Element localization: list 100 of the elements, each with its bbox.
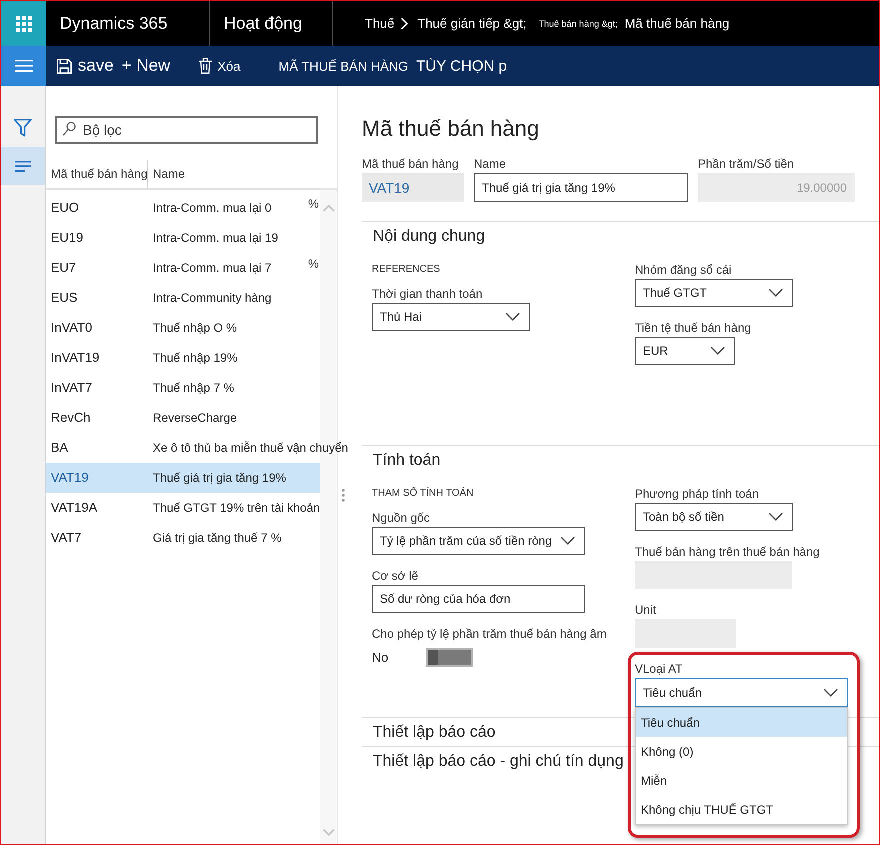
list-row[interactable]: BA Xe ô tô thủ ba miễn thuế vận chuyển [46,433,348,463]
field-label: Tiền tệ thuế bán hàng [635,320,752,336]
field-label: VLoại AT [635,661,683,677]
toggle-state: No [372,650,389,665]
column-header[interactable]: Mã thuế bán hàng [51,167,148,181]
list-row[interactable]: InVAT7 Thuế nhập 7 % [46,373,320,403]
code-cell: InVAT0 [51,320,92,335]
new-button[interactable]: + New [118,51,175,81]
code-cell: EU19 [51,230,84,245]
name-cell: Xe ô tô thủ ba miễn thuế vận chuyển [153,441,348,455]
action-tab[interactable]: TÙY CHỌN p [412,51,512,81]
toggle-switch[interactable] [426,648,473,667]
chevron-down-icon [769,289,783,297]
field-label: Cơ sở lẽ [372,568,418,584]
list-row[interactable]: RevCh ReverseCharge [46,403,320,433]
text-field[interactable]: Thuế giá trị gia tăng 19% [474,173,688,202]
waffle-icon [16,16,32,32]
code-cell: VAT19 [51,470,89,485]
dropdown[interactable]: Thủ Hai [372,303,530,331]
list-row[interactable]: VAT19A Thuế GTGT 19% trên tài khoản [46,493,320,523]
name-cell: Thuế GTGT 19% trên tài khoản [153,501,320,515]
percent-text: % [308,197,319,211]
filter-icon [14,119,32,137]
dropdown[interactable]: EUR [635,337,735,365]
number-field: 19.00000 [698,173,855,202]
field-label: Nguồn gốc [372,510,430,526]
code-cell: EU7 [51,260,76,275]
dropdown-option[interactable]: Không chịu THUẾ GTGT [636,795,847,824]
list-row[interactable]: EUS Intra-Community hàng [46,283,320,313]
dropdown[interactable]: Tỷ lệ phần trăm của số tiền ròng [372,527,585,555]
section-header[interactable]: Thiết lập báo cáo [362,721,496,745]
menu-icon [14,60,32,72]
code-cell: EUS [51,290,78,305]
name-cell: Thuế nhập 7 % [153,381,234,395]
app-launcher-button[interactable] [1,1,46,46]
code-cell: BA [51,440,68,455]
list-row[interactable]: InVAT19 Thuế nhập 19% [46,343,320,373]
breadcrumb-link[interactable]: Thuế [365,16,395,31]
chevron-down-icon [769,513,783,521]
list-row[interactable]: EU7 Intra-Comm. mua lại 7 % [46,253,320,283]
code-cell: VAT19A [51,500,98,515]
column-header[interactable]: Name [153,167,186,181]
name-cell: Intra-Comm. mua lại 7 [153,261,272,275]
group-label: THAM SỐ TÍNH TOÁN [372,486,474,501]
dropdown-option[interactable]: Tiêu chuẩn [636,708,847,737]
code-cell: EUO [51,200,80,215]
field-label: Unit [635,602,656,618]
list-row[interactable]: VAT7 Giá trị gia tăng thuế 7 % [46,523,320,553]
field-label: Cho phép tỷ lệ phần trăm thuế bán hàng âm [372,626,607,642]
code-cell: RevCh [51,410,91,425]
list-view-button[interactable] [1,147,45,185]
code-cell: VAT7 [51,530,82,545]
search-icon [63,122,76,136]
code-cell: InVAT7 [51,380,92,395]
name-cell: ReverseCharge [153,411,238,425]
field-label: Nhóm đăng sổ cái [635,262,732,278]
list-icon [15,160,31,172]
name-cell: Thuế nhập O % [153,321,238,335]
field-label: Phương pháp tính toán [635,486,759,502]
breadcrumb-link[interactable]: Mã thuế bán hàng [624,16,730,31]
filter-field[interactable]: Bộ lọc [55,116,318,144]
action-tab[interactable]: MÃ THUẾ BÁN HÀNG [274,51,413,81]
dropdown-option[interactable]: Không (0) [636,737,847,766]
chevron-right-icon [400,18,408,30]
breadcrumb-link[interactable]: Thuế bán hàng &gt; [538,18,618,28]
name-cell: Intra-Comm. mua lại 19 [153,231,278,245]
chevron-down-icon [561,537,575,545]
name-cell: Thuế nhập 19% [153,351,238,365]
trash-icon [198,58,212,74]
field-label: Thời gian thanh toán [372,286,483,302]
nav-menu-button[interactable] [1,46,46,86]
list-row[interactable]: EU19 Intra-Comm. mua lại 19 [46,223,320,253]
chevron-down-icon [711,347,725,355]
name-cell: Intra-Community hàng [153,291,272,305]
field-label: Mã thuế bán hàng [362,156,459,172]
list-row[interactable]: VAT19 Thuế giá trị gia tăng 19% [46,463,320,493]
dropdown[interactable]: Thuế GTGT [635,279,793,307]
delete-button[interactable]: Xóa [194,51,245,81]
percent-text: % [308,257,319,271]
dropdown[interactable]: Toàn bộ số tiền [635,503,793,531]
name-cell: Thuế giá trị gia tăng 19% [153,471,286,485]
field-label: Name [474,156,506,172]
drag-handle-icon[interactable] [342,489,344,502]
save-button[interactable]: save [53,51,118,81]
save-icon [57,58,72,74]
section-header[interactable]: Thiết lập báo cáo - ghi chú tín dụng [362,750,624,774]
page-title: Mã thuế bán hàng [362,115,540,143]
code-cell: InVAT19 [51,350,100,365]
name-cell: Intra-Comm. mua lại 0 [153,201,272,215]
breadcrumb-link[interactable]: Thuế gián tiếp &gt; [418,16,527,31]
list-row[interactable]: InVAT0 Thuế nhập O % [46,313,320,343]
chevron-down-icon [506,313,520,321]
code-field[interactable]: VAT19 [362,173,464,202]
dropdown[interactable]: Tiêu chuẩn [635,678,848,707]
list-row[interactable]: EUO Intra-Comm. mua lại 0 % [46,193,320,223]
section-header[interactable]: Tính toán [362,449,441,473]
dropdown-option[interactable]: Miễn [636,766,847,795]
text-field[interactable]: Số dư ròng của hóa đơn [372,585,585,613]
section-header[interactable]: Nội dung chung [362,225,486,249]
group-label: REFERENCES [372,263,440,277]
